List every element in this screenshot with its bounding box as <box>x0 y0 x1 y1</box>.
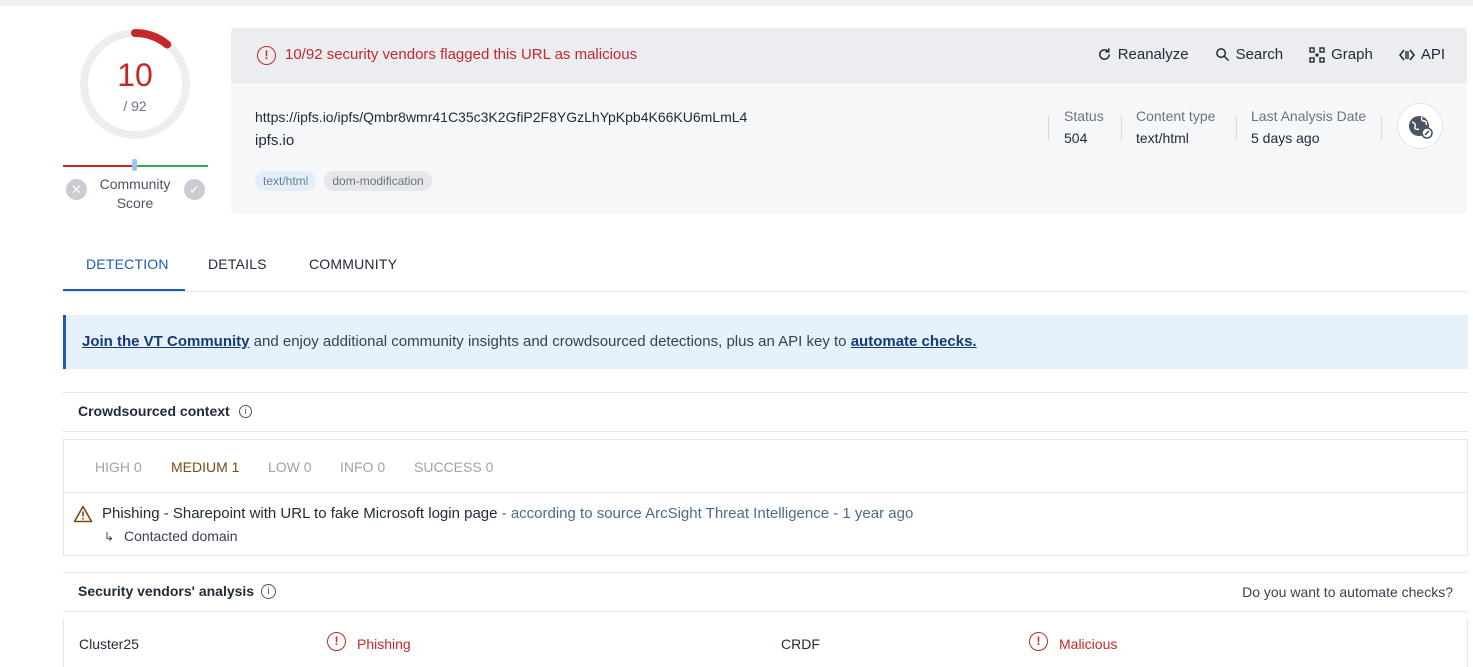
refresh-icon <box>1098 48 1110 60</box>
divider <box>1048 116 1049 140</box>
tab-community[interactable]: COMMUNITY <box>309 256 397 272</box>
tag-list: text/html dom-modification <box>255 171 432 191</box>
info-icon[interactable]: i <box>261 584 276 599</box>
finding-subitem: ↳ Contacted domain <box>104 528 238 544</box>
divider <box>1236 116 1237 140</box>
header-actions: Reanalyze Search Graph API <box>1097 46 1445 63</box>
finding-source: - according to source ArcSight Threat In… <box>497 505 914 522</box>
content-type-label: Content type <box>1136 108 1216 124</box>
tag-text-html[interactable]: text/html <box>255 171 317 191</box>
vendors-header: Security vendors' analysis i Do you want… <box>63 572 1468 612</box>
banner-text: Join the VT Community and enjoy addition… <box>82 333 977 350</box>
search-button[interactable]: Search <box>1215 46 1283 63</box>
content-type-value: text/html <box>1136 130 1189 146</box>
community-score-bar <box>63 159 208 171</box>
crowdsourced-title: Crowdsourced context <box>78 403 230 419</box>
crowdsourced-header: Crowdsourced context i <box>63 392 1468 432</box>
warning-triangle-icon <box>73 505 93 523</box>
globe-link-icon[interactable] <box>1397 103 1443 149</box>
severity-filter-row: HIGH 0 MEDIUM 1 LOW 0 INFO 0 SUCCESS 0 <box>64 440 1467 493</box>
status-field: Status 504 <box>1064 108 1104 146</box>
search-icon <box>1215 48 1229 62</box>
analyzed-url: https://ipfs.io/ipfs/Qmbr8wmr41C35c3K2Gf… <box>255 109 748 125</box>
top-strip <box>0 0 1473 6</box>
reanalyze-button[interactable]: Reanalyze <box>1097 46 1189 63</box>
crowdsourced-finding: Phishing - Sharepoint with URL to fake M… <box>102 505 913 522</box>
automate-checks-prompt[interactable]: Do you want to automate checks? <box>1242 584 1453 600</box>
alert-text: 10/92 security vendors flagged this URL … <box>285 46 638 63</box>
status-value: 504 <box>1064 130 1088 146</box>
tag-dom-modification[interactable]: dom-modification <box>324 171 432 191</box>
vendor-name: Cluster25 <box>79 636 139 652</box>
active-tab-indicator <box>63 289 185 291</box>
score-total: / 92 <box>123 98 147 114</box>
malicious-alert-icon: ! <box>1029 632 1048 651</box>
sub-arrow-icon: ↳ <box>104 530 115 544</box>
graph-button[interactable]: Graph <box>1309 46 1373 63</box>
vendor-result: Phishing <box>357 636 411 652</box>
score-detections: 10 <box>117 57 153 93</box>
severity-low[interactable]: LOW 0 <box>268 459 312 475</box>
last-analysis-value: 5 days ago <box>1251 130 1320 146</box>
severity-high[interactable]: HIGH 0 <box>95 459 142 475</box>
info-icon[interactable]: i <box>239 405 252 418</box>
alert-exclamation-icon: ! <box>257 46 276 65</box>
last-analysis-field: Last Analysis Date 5 days ago <box>1251 108 1366 146</box>
analyzed-host[interactable]: ipfs.io <box>255 132 294 149</box>
community-banner: Join the VT Community and enjoy addition… <box>63 315 1468 369</box>
severity-info[interactable]: INFO 0 <box>340 459 385 475</box>
vote-check-icon[interactable]: ✓ <box>184 179 205 200</box>
malicious-alert-icon: ! <box>327 632 346 651</box>
graph-icon <box>1309 46 1325 63</box>
tab-details[interactable]: DETAILS <box>208 256 267 272</box>
finding-title: Phishing - Sharepoint with URL to fake M… <box>102 505 498 522</box>
community-score-label: Community Score <box>99 176 171 211</box>
vendor-result: Malicious <box>1059 636 1118 652</box>
severity-medium[interactable]: MEDIUM 1 <box>171 459 239 475</box>
analysis-header-panel: ! 10/92 security vendors flagged this UR… <box>231 28 1467 214</box>
tab-detection[interactable]: DETECTION <box>86 256 169 272</box>
divider <box>1381 116 1382 140</box>
alert-row: ! 10/92 security vendors flagged this UR… <box>231 28 1467 83</box>
vendors-title: Security vendors' analysis <box>78 583 255 599</box>
severity-success[interactable]: SUCCESS 0 <box>414 459 493 475</box>
divider <box>1121 116 1122 140</box>
automate-checks-link[interactable]: automate checks. <box>851 333 977 350</box>
api-button[interactable]: API <box>1398 46 1445 63</box>
api-icon <box>1398 49 1415 60</box>
vendor-name: CRDF <box>781 636 820 652</box>
community-score-knob <box>132 159 137 171</box>
vendor-row: Cluster25 ! Phishing CRDF ! Malicious <box>63 619 1468 667</box>
last-analysis-label: Last Analysis Date <box>1251 108 1367 124</box>
crowdsourced-box: HIGH 0 MEDIUM 1 LOW 0 INFO 0 SUCCESS 0 P… <box>63 439 1468 556</box>
vote-harmless-x-icon[interactable]: ✕ <box>66 179 87 200</box>
status-label: Status <box>1064 108 1104 124</box>
content-type-field: Content type text/html <box>1136 108 1215 146</box>
detection-score-ring: 10 / 92 <box>78 27 192 141</box>
tab-bar: DETECTION DETAILS COMMUNITY <box>63 247 1468 292</box>
banner-middle-text: and enjoy additional community insights … <box>249 333 851 350</box>
join-community-link[interactable]: Join the VT Community <box>82 333 250 350</box>
